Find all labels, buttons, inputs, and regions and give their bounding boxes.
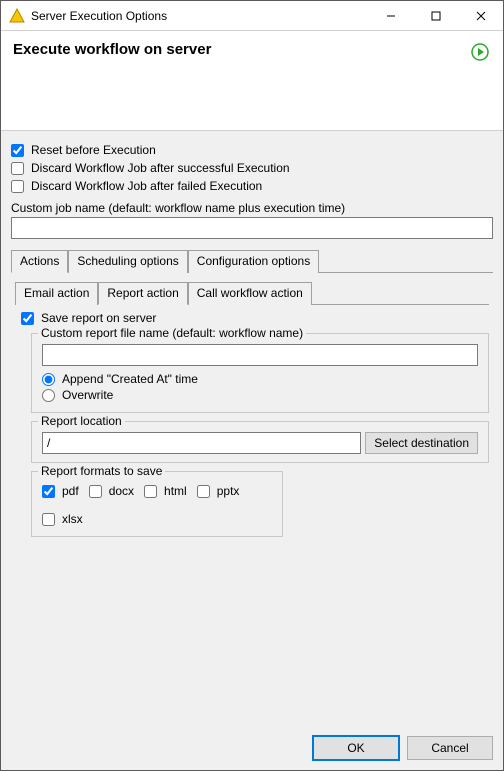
reset-checkbox-input[interactable] bbox=[11, 144, 24, 157]
discard-failed-label: Discard Workflow Job after failed Execut… bbox=[31, 179, 262, 193]
discard-failed-checkbox[interactable]: Discard Workflow Job after failed Execut… bbox=[11, 179, 493, 193]
format-docx-input[interactable] bbox=[89, 485, 102, 498]
format-html-label: html bbox=[164, 484, 187, 498]
append-radio[interactable]: Append "Created At" time bbox=[42, 372, 478, 386]
overwrite-radio[interactable]: Overwrite bbox=[42, 388, 478, 402]
dialog-window: Server Execution Options Execute workflo… bbox=[0, 0, 504, 771]
custom-job-name-input[interactable] bbox=[11, 217, 493, 239]
discard-failed-input[interactable] bbox=[11, 180, 24, 193]
header-panel: Execute workflow on server bbox=[1, 31, 503, 131]
format-xlsx-label: xlsx bbox=[62, 512, 83, 526]
maximize-button[interactable] bbox=[413, 1, 458, 30]
format-html-input[interactable] bbox=[144, 485, 157, 498]
minimize-button[interactable] bbox=[368, 1, 413, 30]
format-docx-checkbox[interactable]: docx bbox=[89, 484, 134, 498]
discard-success-input[interactable] bbox=[11, 162, 24, 175]
format-pdf-input[interactable] bbox=[42, 485, 55, 498]
close-button[interactable] bbox=[458, 1, 503, 30]
discard-success-label: Discard Workflow Job after successful Ex… bbox=[31, 161, 290, 175]
format-pptx-label: pptx bbox=[217, 484, 240, 498]
save-report-label: Save report on server bbox=[41, 311, 156, 325]
reset-before-execution-checkbox[interactable]: Reset before Execution bbox=[11, 143, 493, 157]
format-pptx-input[interactable] bbox=[197, 485, 210, 498]
format-pdf-checkbox[interactable]: pdf bbox=[42, 484, 79, 498]
formats-group-label: Report formats to save bbox=[38, 464, 165, 478]
overwrite-radio-input[interactable] bbox=[42, 389, 55, 402]
format-xlsx-input[interactable] bbox=[42, 513, 55, 526]
titlebar: Server Execution Options bbox=[1, 1, 503, 31]
filename-group-label: Custom report file name (default: workfl… bbox=[38, 326, 306, 340]
app-icon bbox=[9, 8, 25, 24]
tab-actions[interactable]: Actions bbox=[11, 250, 68, 273]
tab-report-action[interactable]: Report action bbox=[98, 282, 187, 305]
tab-email-action[interactable]: Email action bbox=[15, 282, 98, 305]
content-area: Reset before Execution Discard Workflow … bbox=[1, 131, 503, 726]
reset-checkbox-label: Reset before Execution bbox=[31, 143, 156, 157]
append-radio-label: Append "Created At" time bbox=[62, 372, 198, 386]
select-destination-button[interactable]: Select destination bbox=[365, 432, 478, 454]
format-pptx-checkbox[interactable]: pptx bbox=[197, 484, 240, 498]
format-xlsx-checkbox[interactable]: xlsx bbox=[42, 512, 83, 526]
filename-groupbox: Custom report file name (default: workfl… bbox=[31, 333, 489, 413]
dialog-footer: OK Cancel bbox=[1, 726, 503, 770]
save-report-input[interactable] bbox=[21, 312, 34, 325]
overwrite-radio-label: Overwrite bbox=[62, 388, 113, 402]
discard-success-checkbox[interactable]: Discard Workflow Job after successful Ex… bbox=[11, 161, 493, 175]
actions-tab-body: Email action Report action Call workflow… bbox=[11, 273, 493, 541]
page-title: Execute workflow on server bbox=[13, 41, 491, 58]
format-html-checkbox[interactable]: html bbox=[144, 484, 187, 498]
location-input[interactable] bbox=[42, 432, 361, 454]
ok-button[interactable]: OK bbox=[313, 736, 399, 760]
tab-scheduling-options[interactable]: Scheduling options bbox=[68, 250, 187, 273]
custom-job-name-label: Custom job name (default: workflow name … bbox=[11, 201, 493, 215]
play-icon[interactable] bbox=[471, 43, 489, 61]
format-pdf-label: pdf bbox=[62, 484, 79, 498]
tab-configuration-options[interactable]: Configuration options bbox=[188, 250, 319, 273]
sub-tabstrip: Email action Report action Call workflow… bbox=[15, 281, 489, 305]
save-report-checkbox[interactable]: Save report on server bbox=[21, 311, 489, 325]
tab-call-workflow-action[interactable]: Call workflow action bbox=[188, 282, 312, 305]
location-groupbox: Report location Select destination bbox=[31, 421, 489, 463]
cancel-button[interactable]: Cancel bbox=[407, 736, 493, 760]
window-controls bbox=[368, 1, 503, 30]
formats-groupbox: Report formats to save pdf docx html bbox=[31, 471, 283, 537]
format-docx-label: docx bbox=[109, 484, 134, 498]
window-title: Server Execution Options bbox=[31, 9, 368, 23]
location-group-label: Report location bbox=[38, 414, 125, 428]
append-radio-input[interactable] bbox=[42, 373, 55, 386]
main-tabstrip: Actions Scheduling options Configuration… bbox=[11, 249, 493, 273]
filename-input[interactable] bbox=[42, 344, 478, 366]
